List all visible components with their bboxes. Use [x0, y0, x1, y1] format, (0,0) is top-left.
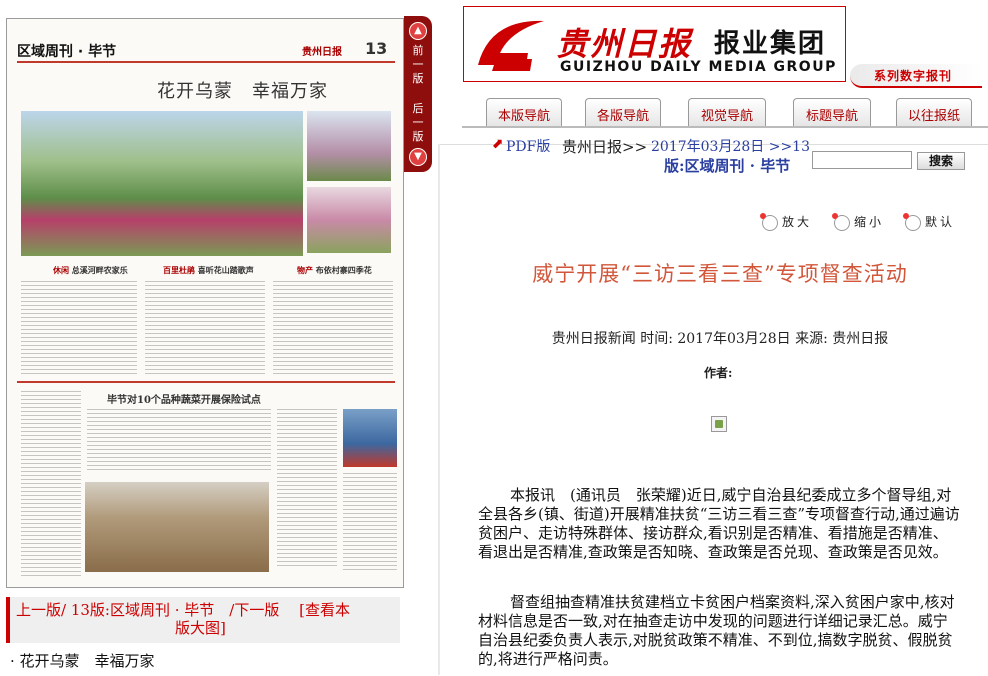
paper-text-column [21, 391, 81, 577]
paper-section: 物产 布依村寨四季花 [297, 266, 372, 275]
breadcrumb-date[interactable]: 2017年03月28日 >>13 [651, 136, 810, 156]
paper-photo-right [343, 409, 397, 467]
zoom-out-icon [832, 212, 850, 231]
broken-image-icon [711, 416, 727, 432]
prev-page-icon[interactable]: ▲ [409, 22, 427, 40]
paper-photo-side [307, 187, 391, 253]
article-author: 作者: [704, 366, 733, 380]
paper-photo-side [307, 111, 391, 181]
pdf-icon[interactable]: ⬈ [492, 136, 504, 152]
pdf-link[interactable]: PDF版 [506, 136, 550, 156]
paper-headline: 花开乌蒙 幸福万家 [157, 81, 328, 102]
paper-text-column [145, 281, 265, 375]
brand-logo[interactable]: 贵州日报 报业集团 GUIZHOU DAILY MEDIA GROUP [463, 6, 846, 82]
tab-page-nav[interactable]: 本版导航 [486, 98, 562, 126]
brand-mark-icon [478, 20, 544, 71]
prev-page-link[interactable]: 前一版 [408, 44, 428, 86]
tab-title-nav[interactable]: 标题导航 [793, 98, 871, 126]
paper-text-column [343, 473, 397, 573]
tab-all-pages-nav[interactable]: 各版导航 [585, 98, 661, 126]
article-list-item[interactable]: · 花开乌蒙 幸福万家 [10, 650, 155, 671]
article-paragraph: 本报讯 (通讯员 张荣耀)近日,威宁自治县纪委成立多个督导组,对全县各乡(镇、街… [478, 486, 960, 561]
brand-group-cn: 报业集团 [714, 29, 827, 59]
page-nav-bar: 上一版/ 13版:区域周刊 · 毕节 /下一版 [查看本 版大图] [6, 597, 400, 643]
paper-rule [17, 61, 395, 63]
search-input[interactable] [812, 151, 912, 169]
search-button[interactable]: 搜索 [917, 152, 965, 170]
article-title: 威宁开展“三访三看三查”专项督查活动 [532, 262, 908, 286]
zoom-default-icon [903, 212, 921, 231]
paper-page-number: 13 [365, 39, 388, 58]
article-meta: 贵州日报新闻 时间: 2017年03月28日 来源: 贵州日报 [551, 331, 889, 347]
breadcrumb-paper[interactable]: 贵州日报>> [562, 136, 647, 157]
paper-section: 休闲 总溪河畔农家乐 [53, 266, 128, 275]
zoom-default-button[interactable]: 默认 [903, 212, 955, 231]
series-label: 系列数字报刊 [874, 69, 953, 83]
page-side-tab: ▲ 前一版 后一版 ▼ [404, 16, 432, 172]
newspaper-page-image[interactable]: 区域周刊 · 毕节 贵州日报 13 花开乌蒙 幸福万家 休闲 总溪河畔农家乐 百… [6, 18, 404, 588]
paper-photo-flowers [21, 111, 303, 256]
paper-text-column [277, 409, 337, 569]
nav-divider [462, 126, 988, 128]
breadcrumb-page[interactable]: 版:区域周刊 · 毕节 [664, 155, 790, 176]
zoom-out-button[interactable]: 缩小 [832, 212, 884, 231]
series-digital-link[interactable]: 系列数字报刊 [850, 64, 982, 88]
paper-photo-farmers [85, 482, 269, 572]
zoom-in-button[interactable]: 放大 [760, 212, 812, 231]
paper-section: 百里杜鹃 喜听花山踏歌声 [163, 266, 254, 275]
view-large-link[interactable]: 版大图] [175, 617, 226, 638]
article-paragraph: 督查组抽查精准扶贫建档立卡贫困户档案资料,深入贫困户家中,核对材料信息是否一致,… [478, 593, 955, 668]
zoom-in-icon [760, 212, 778, 231]
paper-text-column [273, 281, 393, 375]
brand-name-en: GUIZHOU DAILY MEDIA GROUP [560, 59, 837, 75]
paper-header: 区域周刊 · 毕节 [17, 44, 117, 60]
tab-past-issues[interactable]: 以往报纸 [896, 98, 972, 126]
paper-subheadline: 毕节对10个品种蔬菜开展保险试点 [107, 395, 261, 406]
tab-visual-nav[interactable]: 视觉导航 [688, 98, 766, 126]
paper-logo: 贵州日报 [302, 47, 342, 58]
paper-text-column [87, 409, 271, 473]
next-page-link[interactable]: 后一版 [408, 102, 428, 144]
paper-text-column [21, 281, 137, 375]
next-page-icon[interactable]: ▼ [409, 148, 427, 166]
paper-rule [17, 381, 395, 383]
